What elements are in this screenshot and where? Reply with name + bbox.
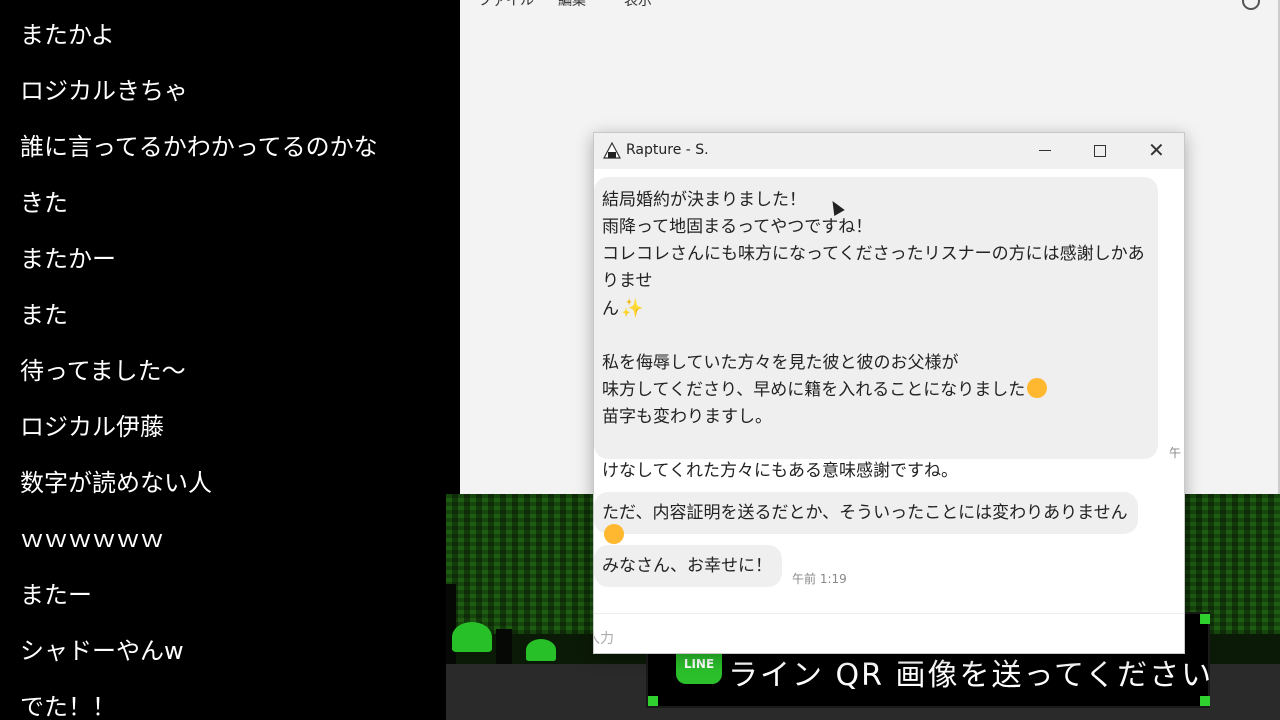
banner-corner	[1200, 696, 1210, 706]
comment: 待ってました〜	[20, 357, 186, 385]
close-button[interactable]: ✕	[1132, 133, 1178, 169]
message-timestamp: 午前 1:19	[792, 572, 847, 586]
comment: 誰に言ってるかわかってるのかな	[20, 133, 378, 161]
comment: またかよ	[20, 21, 115, 49]
rice-ball-icon	[603, 142, 621, 159]
message-line	[602, 431, 1150, 458]
comment: 数字が読めない人	[20, 469, 212, 497]
chat-window: Rapture - S. ✕ 結局婚約が決まりました！ 雨降って地固まるってやつで…	[593, 132, 1185, 654]
message-line: けなしてくれた方々にもある意味感謝ですね。	[602, 461, 958, 481]
bush	[452, 622, 492, 652]
tower	[446, 584, 456, 664]
comment: ロジカルきちゃ	[20, 77, 188, 105]
message-input[interactable]	[594, 628, 1148, 650]
message-text: みなさん、お幸せに！	[602, 556, 772, 576]
message-line: 雨降って地固まるってやつですね！	[602, 217, 873, 237]
smiling-face-with-hearts-icon	[604, 524, 624, 544]
message-bubble[interactable]: ただ、内容証明を送るだとか、そういったことには変わりありません	[594, 492, 1138, 544]
bush	[526, 639, 556, 661]
title-bar[interactable]: Rapture - S. ✕	[594, 133, 1184, 169]
message-line	[602, 323, 1150, 350]
comment: また	[20, 301, 68, 329]
comment: きた	[20, 189, 68, 217]
sparkles-icon: ✨	[621, 298, 644, 319]
message-timestamp: 午	[1169, 446, 1182, 460]
message-line-text: ん	[602, 299, 619, 319]
maximize-icon	[1094, 145, 1106, 157]
banner-text: ライン QR 画像を送ってください	[728, 658, 1214, 693]
maximize-button[interactable]	[1077, 133, 1123, 169]
message-line: ん ✨	[602, 295, 1150, 323]
tower	[496, 629, 512, 664]
gear-icon[interactable]	[1242, 0, 1260, 10]
comment: またー	[20, 581, 92, 609]
menu-view[interactable]: 表示	[624, 0, 652, 10]
message-line: 苗字も変わりますし。	[602, 407, 772, 427]
banner-corner	[1200, 614, 1210, 624]
close-icon: ✕	[1148, 138, 1165, 162]
comment: ｗｗｗｗｗｗ	[20, 525, 164, 553]
comment: ロジカル伊藤	[20, 413, 164, 441]
menu-edit[interactable]: 編集	[558, 0, 586, 10]
input-area	[594, 613, 1184, 653]
comment: シャドーやんw	[20, 637, 184, 665]
smiling-face-with-hearts-icon	[1027, 378, 1048, 398]
message-line: コレコレさんにも味方になってくださったリスナーの方には感謝しかありませ	[602, 244, 1145, 291]
comment: またかー	[20, 245, 116, 273]
menu-file[interactable]: ファイル	[478, 0, 534, 10]
message-bubble[interactable]: みなさん、お幸せに！	[594, 545, 782, 587]
message-text: ただ、内容証明を送るだとか、そういったことには変わりありません	[602, 503, 1128, 523]
comment-stream: またかよ ロジカルきちゃ 誰に言ってるかわかってるのかな きた またかー また …	[0, 0, 446, 720]
banner-corner	[648, 696, 658, 706]
comment: でた！！	[20, 693, 116, 720]
message-bubble[interactable]: 結局婚約が決まりました！ 雨降って地固まるってやつですね！ コレコレさんにも味方にな…	[594, 177, 1158, 481]
message-line: 味方してくださり、早めに籍を入れることになりました	[602, 377, 1150, 404]
message-line: 私を侮辱していた方々を見た彼と彼のお父様が	[602, 353, 959, 373]
minimize-button[interactable]	[1022, 133, 1068, 169]
minimize-icon	[1039, 150, 1051, 151]
message-line: 結局婚約が決まりました！	[602, 190, 806, 210]
message-line-text: 味方してくださり、早めに籍を入れることになりました	[602, 380, 1026, 400]
window-title: Rapture - S.	[626, 142, 709, 158]
